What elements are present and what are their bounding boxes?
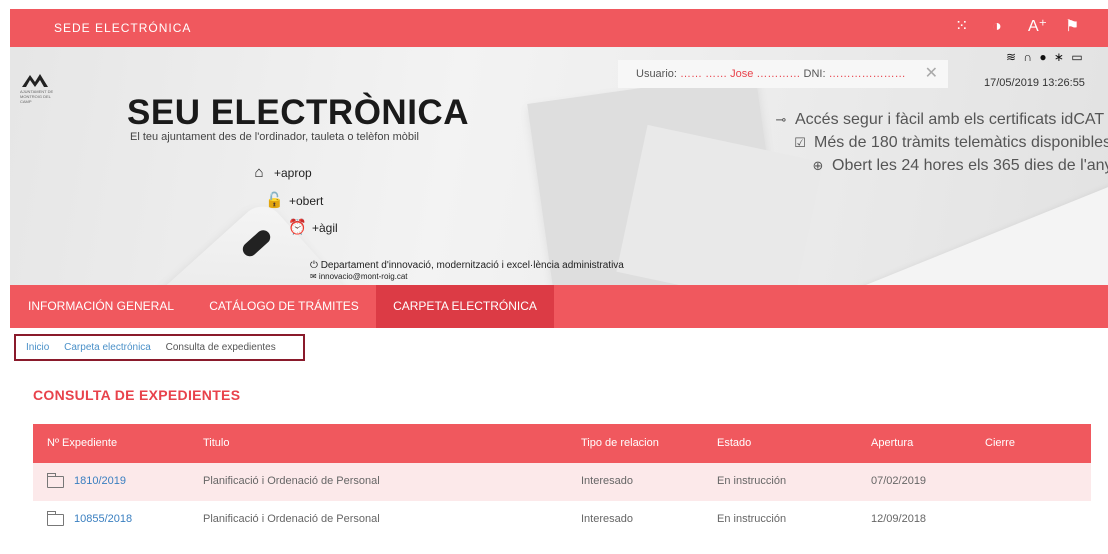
nav-carpeta-electronica[interactable]: CARPETA ELECTRÓNICA — [376, 285, 554, 328]
table-row[interactable]: 1810/2019 Planificació i Ordenació de Pe… — [33, 463, 1091, 501]
table-row[interactable]: 10855/2018 Planificació i Ordenació de P… — [33, 501, 1091, 539]
expediente-number-link[interactable]: 10855/2018 — [74, 501, 132, 539]
dni-value: ………………… — [828, 68, 906, 80]
expediente-titulo: Planificació i Ordenació de Personal — [203, 513, 380, 525]
nav-catalogo-tramites[interactable]: CATÁLOGO DE TRÁMITES — [192, 285, 376, 328]
expediente-tipo: Interesado — [581, 475, 633, 487]
dni-label: DNI: — [803, 68, 826, 80]
home-icon: ⌂ — [254, 164, 264, 181]
flag-icon[interactable]: ⚑ — [1065, 16, 1079, 38]
feature-agil: ⏰ +àgil — [288, 219, 338, 236]
folder-icon — [47, 511, 64, 526]
column-header-estado[interactable]: Estado — [717, 424, 751, 463]
expediente-apertura: 12/09/2018 — [871, 513, 927, 525]
column-header-apertura[interactable]: Apertura — [871, 424, 913, 463]
clock-icon: ⏰ — [288, 219, 307, 236]
department-name: ⏻ Departament d'innovació, modernització… — [310, 260, 624, 271]
page-title: CONSULTA DE EXPEDIENTES — [33, 387, 241, 403]
column-header-titulo[interactable]: Titulo — [203, 424, 230, 463]
expediente-tipo: Interesado — [581, 513, 633, 525]
top-bar: SEDE ELECTRÓNICA ⁙ ◑ A⁺ ⚑ — [10, 9, 1108, 47]
user-label: Usuario: — [636, 68, 677, 80]
feature-aprop: ⌂ +aprop — [250, 164, 311, 181]
expediente-number-link[interactable]: 1810/2019 — [74, 463, 126, 501]
expediente-estado: En instrucción — [717, 475, 787, 487]
expediente-estado: En instrucción — [717, 513, 787, 525]
nav-informacion-general[interactable]: INFORMACIÓN GENERAL — [10, 285, 192, 328]
expediente-titulo: Planificació i Ordenació de Personal — [203, 475, 380, 487]
globe-icon: ⊕ — [812, 158, 824, 173]
department-info: ⏻ Departament d'innovació, modernització… — [310, 260, 624, 282]
breadcrumb-home-link[interactable]: Inicio — [26, 342, 49, 353]
feature-obert: 🔓 +obert — [265, 192, 324, 209]
user-session-box: Usuario: …… …… Jose ………… DNI: ………………… ✕ — [618, 60, 948, 88]
folder-icon — [47, 473, 64, 488]
column-header-cierre[interactable]: Cierre — [985, 424, 1015, 463]
key-icon: ⊸ — [775, 112, 787, 127]
banner-title: SEU ELECTRÒNICA — [127, 93, 469, 132]
column-header-numero[interactable]: Nº Expediente — [47, 424, 117, 463]
session-datetime: 17/05/2019 13:26:55 — [984, 77, 1085, 89]
user-name: …… …… Jose ………… — [680, 68, 801, 80]
site-title[interactable]: SEDE ELECTRÓNICA — [54, 21, 191, 35]
expedientes-table: Nº Expediente Titulo Tipo de relacion Es… — [33, 424, 1091, 539]
benefit-secure-access: ⊸ Accés segur i fàcil amb els certificats… — [773, 111, 1108, 129]
contrast-icon[interactable]: ◑ — [992, 16, 1002, 38]
expediente-apertura: 07/02/2019 — [871, 475, 927, 487]
benefit-procedures: ☑ Més de 180 tràmits telemàtics disponibl… — [792, 134, 1108, 152]
close-icon[interactable]: ✕ — [925, 60, 938, 88]
device-status-icons: ≋ ∩ ● ∗ ▭ — [1006, 50, 1085, 64]
logo-mountains-icon — [22, 74, 48, 87]
table-header: Nº Expediente Titulo Tipo de relacion Es… — [33, 424, 1091, 463]
benefit-open-24h: ⊕ Obert les 24 hores els 365 dies de l'an… — [810, 157, 1108, 175]
unlock-icon: 🔓 — [265, 192, 284, 209]
checkbox-icon: ☑ — [794, 135, 806, 150]
main-nav: INFORMACIÓN GENERAL CATÁLOGO DE TRÁMITES… — [10, 285, 1108, 328]
department-email: ✉ innovacio@mont-roig.cat — [310, 272, 408, 281]
column-header-tipo[interactable]: Tipo de relacion — [581, 424, 659, 463]
banner-subtitle: El teu ajuntament des de l'ordinador, ta… — [130, 131, 419, 143]
logo-text: AJUNTAMENT DE MONTROIG DEL CAMP — [20, 89, 54, 104]
breadcrumb-carpeta-link[interactable]: Carpeta electrónica — [64, 342, 151, 353]
grid-dots-icon[interactable]: ⁙ — [955, 16, 968, 38]
breadcrumb-current: Consulta de expedientes — [165, 342, 276, 353]
font-size-icon[interactable]: A⁺ — [1028, 16, 1047, 38]
municipality-logo: AJUNTAMENT DE MONTROIG DEL CAMP — [20, 71, 60, 104]
keyboard-illustration — [860, 174, 1108, 285]
hero-banner: AJUNTAMENT DE MONTROIG DEL CAMP SEU ELEC… — [10, 47, 1108, 285]
breadcrumb: Inicio Carpeta electrónica Consulta de e… — [14, 334, 305, 361]
